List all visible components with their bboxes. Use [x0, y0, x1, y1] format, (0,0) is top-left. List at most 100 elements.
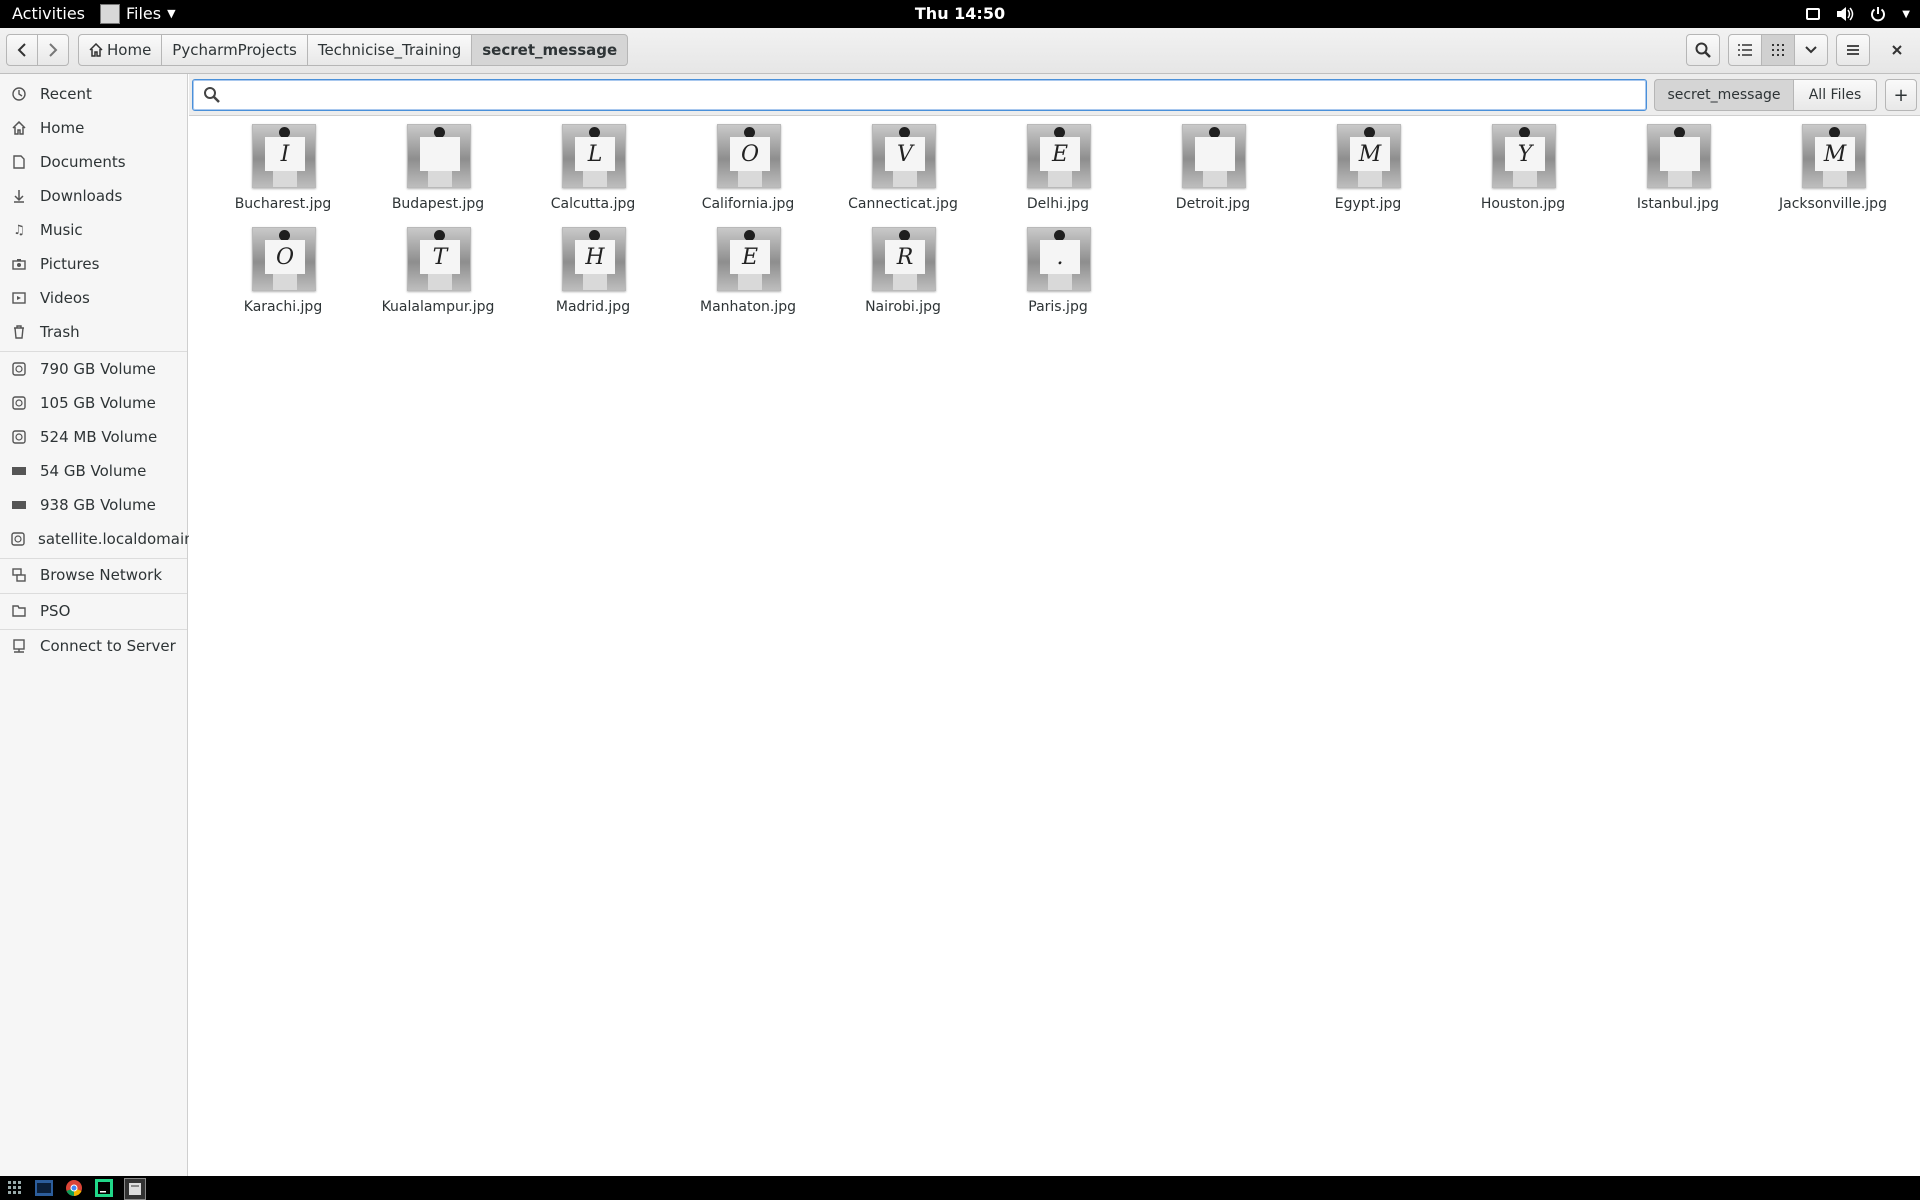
thumbnail-figure: [273, 274, 297, 290]
file-item[interactable]: E Manhaton.jpg: [673, 220, 823, 318]
sidebar-item-home[interactable]: Home: [0, 112, 187, 144]
thumbnail-letter: O: [265, 240, 305, 274]
clock[interactable]: Thu 14:50: [915, 4, 1005, 23]
sidebar-item-938gb-volume[interactable]: 938 GB Volume: [0, 489, 187, 521]
home-icon: [89, 43, 103, 57]
image-thumbnail: E: [717, 227, 781, 291]
file-item[interactable]: O Karachi.jpg: [208, 220, 358, 318]
sidebar-item-videos[interactable]: Videos: [0, 282, 187, 314]
thumbnail-letter: M: [1350, 137, 1390, 171]
breadcrumb-label: Home: [107, 41, 152, 59]
activities-button[interactable]: Activities: [12, 0, 85, 28]
thumbnail-letter: T: [420, 240, 460, 274]
close-button[interactable]: [1880, 34, 1914, 66]
search-scope-all-files[interactable]: All Files: [1793, 79, 1877, 111]
app-grid-icon[interactable]: [5, 1178, 25, 1198]
file-item[interactable]: I Bucharest.jpg: [208, 117, 358, 215]
sidebar-item-music[interactable]: ♫ Music: [0, 214, 187, 246]
thumbnail-letter: L: [575, 137, 615, 171]
app-menu[interactable]: Files ▼: [100, 0, 176, 28]
file-item[interactable]: R Nairobi.jpg: [828, 220, 978, 318]
terminal-icon[interactable]: [34, 1178, 54, 1198]
thumbnail-figure: [1513, 171, 1537, 187]
file-name: Paris.jpg: [1028, 299, 1088, 315]
sidebar-item-524mb-volume[interactable]: 524 MB Volume: [0, 421, 187, 453]
thumbnail-figure: [273, 171, 297, 187]
forward-button[interactable]: [37, 34, 69, 66]
file-name: Budapest.jpg: [391, 196, 485, 212]
sidebar-item-105gb-volume[interactable]: 105 GB Volume: [0, 387, 187, 419]
download-icon: [11, 188, 27, 204]
file-name: Kualalampur.jpg: [381, 299, 495, 315]
sidebar-item-recent[interactable]: Recent: [0, 78, 187, 110]
search-button[interactable]: [1686, 34, 1720, 66]
sidebar-item-connect-to-server[interactable]: Connect to Server: [0, 630, 187, 662]
sidebar-item-label: 54 GB Volume: [40, 462, 147, 480]
volume-icon[interactable]: [1836, 6, 1854, 22]
thumbnail-figure: [1048, 171, 1072, 187]
chevron-down-icon[interactable]: ▼: [1902, 9, 1910, 20]
add-search-criteria-button[interactable]: +: [1885, 79, 1917, 111]
sidebar-item-pictures[interactable]: Pictures: [0, 248, 187, 280]
image-thumbnail: L: [562, 124, 626, 188]
thumbnail-figure: [583, 171, 607, 187]
window-icon[interactable]: [1806, 8, 1821, 20]
breadcrumb-technicise-training[interactable]: Technicise_Training: [306, 34, 473, 66]
image-thumbnail: [407, 124, 471, 188]
sidebar-item-label: 938 GB Volume: [40, 496, 156, 514]
file-item[interactable]: . Paris.jpg: [983, 220, 1133, 318]
breadcrumb-home[interactable]: Home: [78, 34, 163, 66]
file-item[interactable]: E Delhi.jpg: [983, 117, 1133, 215]
breadcrumb: Home PycharmProjects Technicise_Training…: [78, 34, 629, 66]
sidebar-item-browse-network[interactable]: Browse Network: [0, 559, 187, 591]
search-input[interactable]: [227, 83, 1631, 109]
file-item[interactable]: T Kualalampur.jpg: [363, 220, 513, 318]
thumbnail-letter: E: [1040, 137, 1080, 171]
list-view-button[interactable]: [1728, 34, 1762, 66]
file-item[interactable]: Detroit.jpg: [1138, 117, 1288, 215]
files-app-icon: [100, 4, 120, 24]
thumbnail-figure: [738, 274, 762, 290]
files-icon[interactable]: [124, 1178, 146, 1200]
sidebar-separator: [0, 351, 187, 352]
back-button[interactable]: [6, 34, 38, 66]
document-icon: [11, 154, 27, 170]
sidebar-item-790gb-volume[interactable]: 790 GB Volume: [0, 353, 187, 385]
search-scope-current-folder[interactable]: secret_message: [1654, 79, 1794, 111]
trash-icon: [11, 324, 27, 340]
sidebar-item-satellite-localdomain[interactable]: satellite.localdomain: [0, 523, 194, 555]
search-field[interactable]: [192, 79, 1647, 111]
file-name: Calcutta.jpg: [550, 196, 636, 212]
sidebar-item-pso[interactable]: PSO: [0, 595, 187, 627]
pycharm-icon[interactable]: [94, 1178, 114, 1198]
system-tray[interactable]: ▼: [1806, 0, 1910, 28]
file-item[interactable]: M Egypt.jpg: [1293, 117, 1443, 215]
clock-icon: [11, 86, 27, 102]
image-thumbnail: H: [562, 227, 626, 291]
file-item[interactable]: M Jacksonville.jpg: [1758, 117, 1908, 215]
grid-view-button[interactable]: [1761, 34, 1795, 66]
menu-button[interactable]: [1836, 34, 1870, 66]
view-options-button[interactable]: [1794, 34, 1828, 66]
sidebar-item-trash[interactable]: Trash: [0, 316, 187, 348]
file-item[interactable]: V Cannecticat.jpg: [828, 117, 978, 215]
drive-icon: [11, 361, 27, 377]
chrome-icon[interactable]: [64, 1178, 84, 1198]
sidebar-item-documents[interactable]: Documents: [0, 146, 187, 178]
thumbnail-figure: [893, 274, 917, 290]
breadcrumb-pycharmprojects[interactable]: PycharmProjects: [161, 34, 308, 66]
top-bar: Activities Files ▼ Thu 14:50 ▼: [0, 0, 1920, 28]
file-name: Houston.jpg: [1480, 196, 1566, 212]
file-item[interactable]: Y Houston.jpg: [1448, 117, 1598, 215]
file-item[interactable]: Istanbul.jpg: [1603, 117, 1753, 215]
image-thumbnail: M: [1802, 124, 1866, 188]
file-item[interactable]: Budapest.jpg: [363, 117, 513, 215]
breadcrumb-secret-message[interactable]: secret_message: [471, 34, 629, 66]
file-item[interactable]: O California.jpg: [673, 117, 823, 215]
file-item[interactable]: H Madrid.jpg: [518, 220, 668, 318]
power-icon[interactable]: [1870, 6, 1886, 22]
sidebar-item-downloads[interactable]: Downloads: [0, 180, 187, 212]
sidebar-item-54gb-volume[interactable]: 54 GB Volume: [0, 455, 187, 487]
file-item[interactable]: L Calcutta.jpg: [518, 117, 668, 215]
search-icon: [1695, 42, 1711, 58]
